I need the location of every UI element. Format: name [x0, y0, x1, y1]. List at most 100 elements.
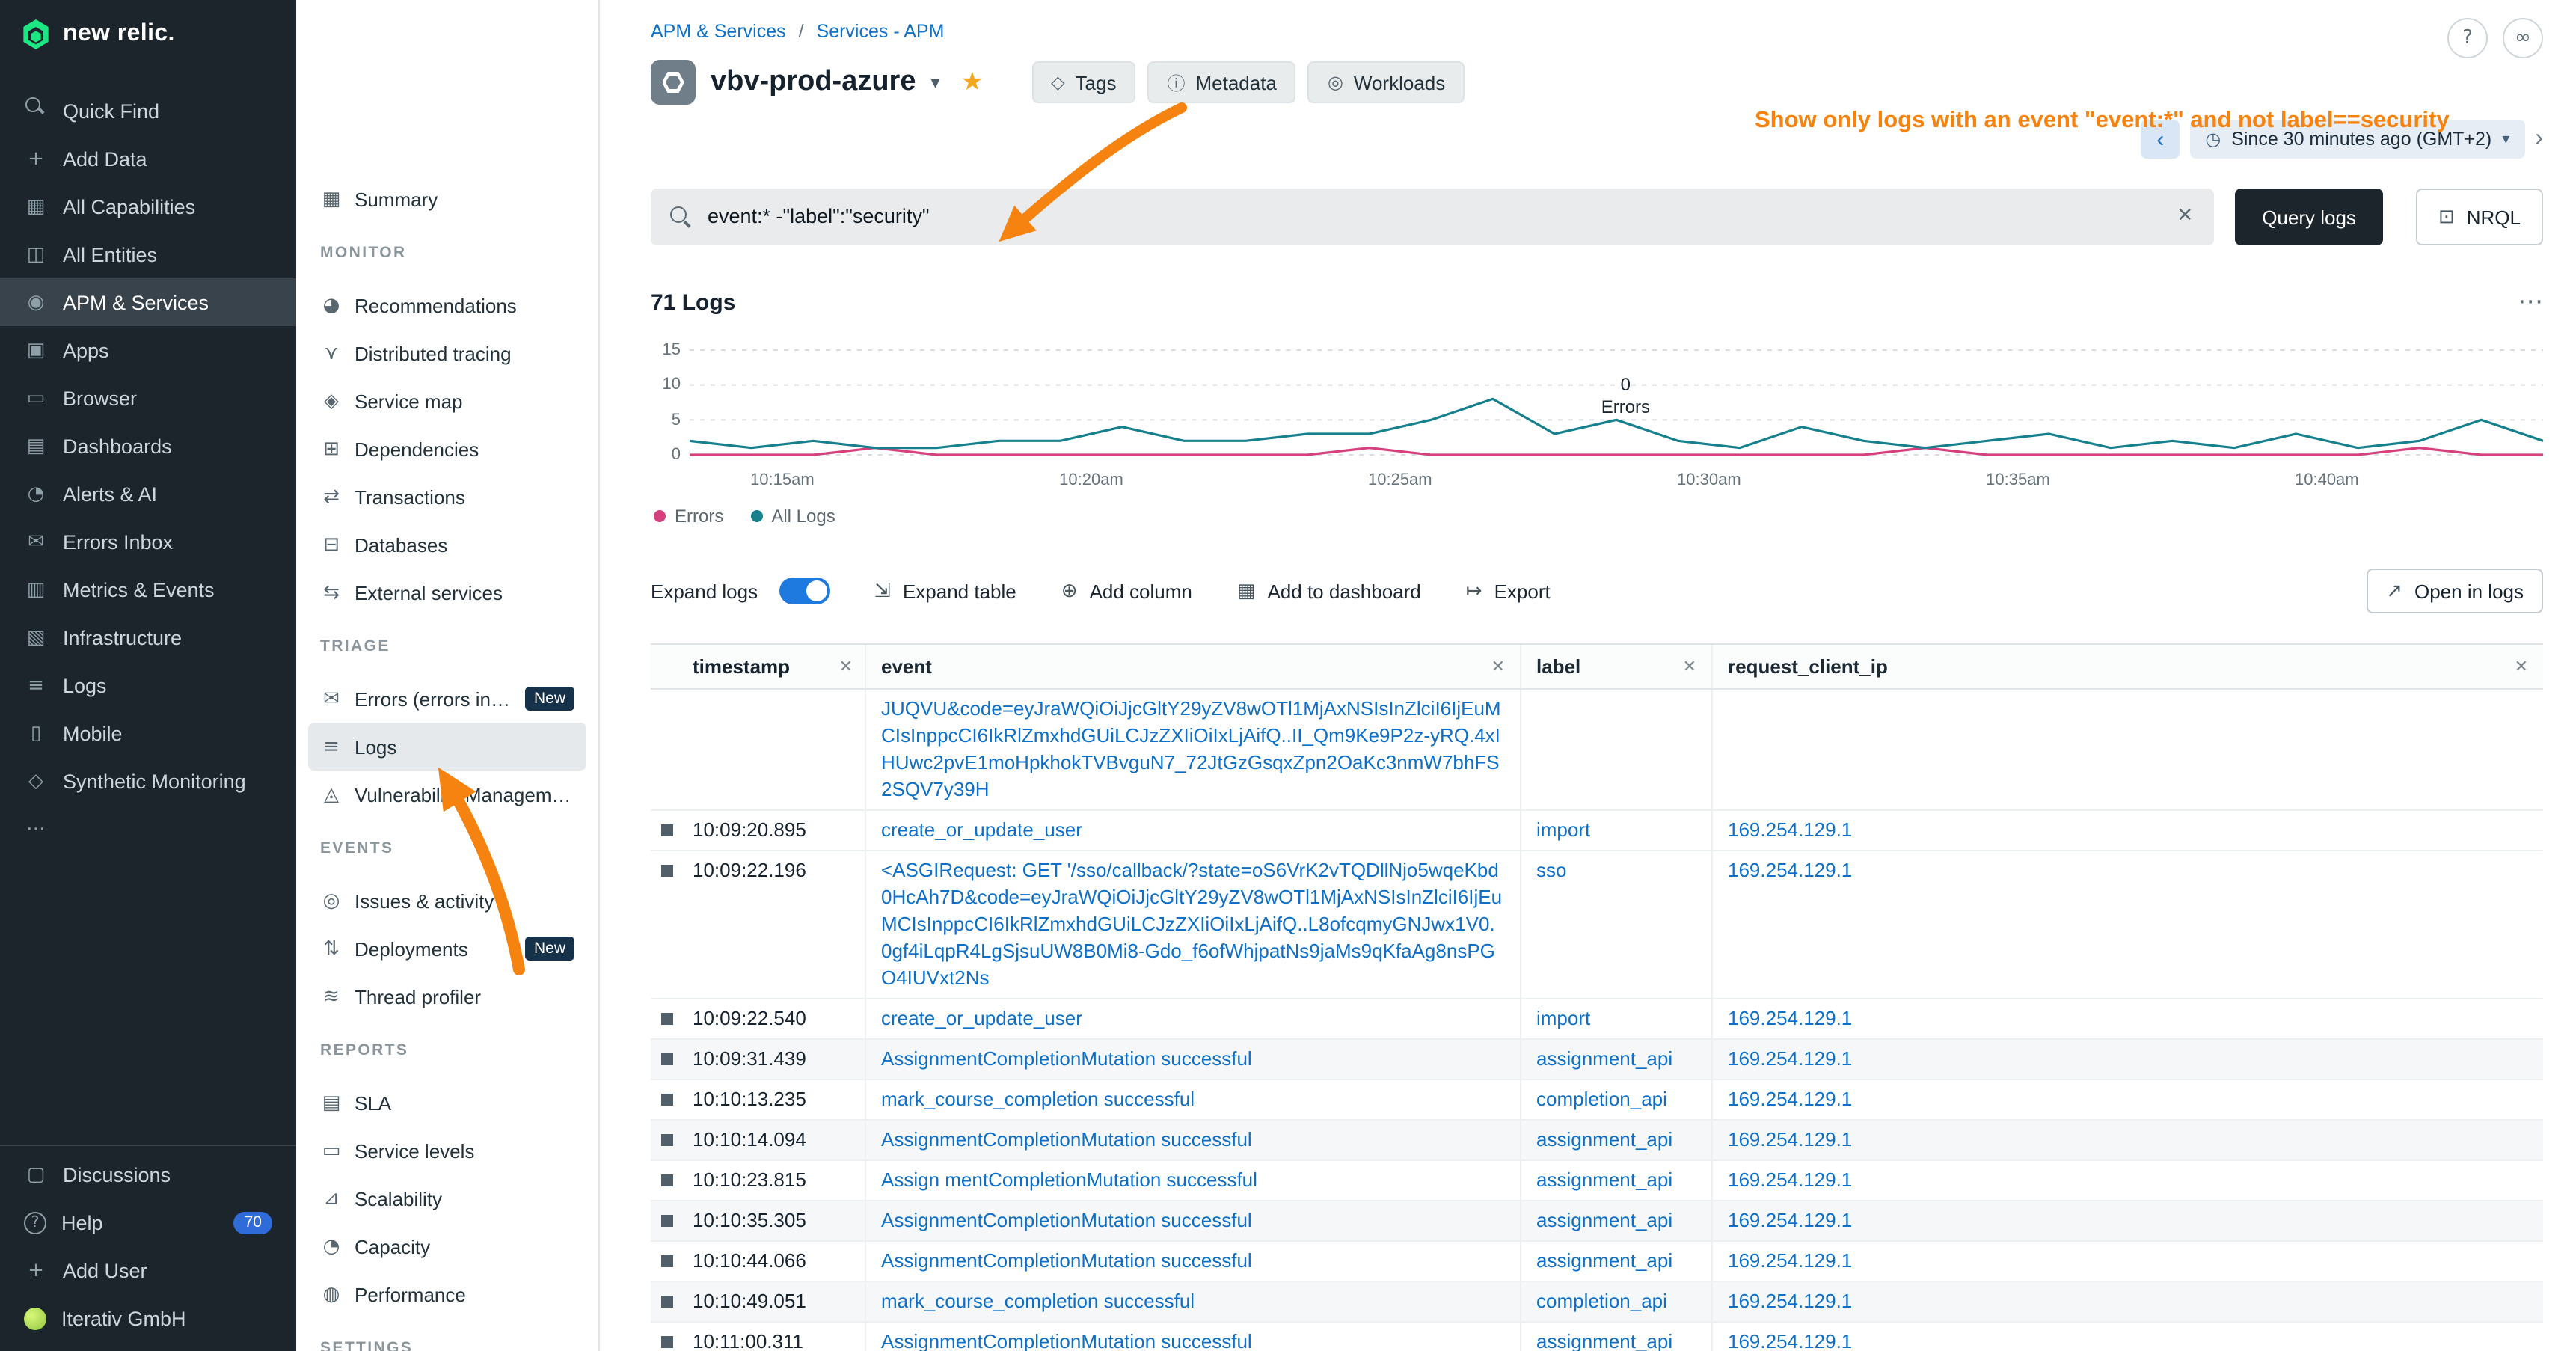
more-menu-icon[interactable]: ⋯ [2518, 287, 2543, 317]
entity-nav-item[interactable]: ≋ Thread profiler [308, 972, 586, 1020]
log-ip-link[interactable]: 169.254.129.1 [1728, 1168, 1852, 1191]
global-nav-item[interactable]: ≡ Logs [0, 661, 296, 709]
row-handle-icon[interactable] [661, 1215, 673, 1227]
log-ip-link[interactable]: 169.254.129.1 [1728, 1007, 1852, 1029]
row-handle-icon[interactable] [661, 865, 673, 877]
table-row[interactable]: 10:10:44.066 AssignmentCompletionMutatio… [651, 1242, 2543, 1282]
new-relic-logo[interactable]: new relic. [0, 0, 296, 60]
entity-nav-item[interactable]: ⋎ Distributed tracing [308, 329, 586, 377]
table-row[interactable]: 10:10:23.815 Assign mentCompletionMutati… [651, 1161, 2543, 1201]
add-to-dashboard-button[interactable]: ▦ Add to dashboard [1237, 580, 1421, 602]
log-event-link[interactable]: AssignmentCompletionMutation successful [881, 1209, 1252, 1231]
global-nav-item[interactable]: ▧ Infrastructure [0, 613, 296, 661]
entity-nav-item[interactable]: ▦ Summary [308, 175, 586, 223]
entity-nav-item[interactable]: ≡ Logs [308, 723, 586, 771]
table-row[interactable]: 10:10:14.094 AssignmentCompletionMutatio… [651, 1121, 2543, 1161]
row-handle-icon[interactable] [661, 1134, 673, 1146]
entity-nav-item[interactable]: ◎ Issues & activity [308, 877, 586, 925]
global-nav-item[interactable]: Quick Find [0, 87, 296, 135]
log-label-link[interactable]: completion_api [1536, 1290, 1667, 1312]
global-nav-item[interactable]: ◇ Synthetic Monitoring [0, 757, 296, 805]
help-circle-button[interactable]: ? [2447, 18, 2488, 58]
breadcrumb-link-services-apm[interactable]: Services - APM [817, 21, 945, 42]
entity-chip[interactable]: ◎ Workloads [1308, 61, 1465, 103]
row-handle-icon[interactable] [661, 1255, 673, 1267]
logs-query-input[interactable]: event:* -"label":"security" ✕ [651, 189, 2214, 245]
row-handle-icon[interactable] [661, 1336, 673, 1348]
clear-query-icon[interactable]: ✕ [2177, 189, 2193, 245]
log-label-link[interactable]: sso [1536, 859, 1566, 881]
entity-nav-item[interactable]: ◍ Performance [308, 1270, 586, 1318]
entity-nav-item[interactable]: ⊟ Databases [308, 521, 586, 569]
expand-logs-toggle[interactable] [779, 578, 829, 604]
log-ip-link[interactable]: 169.254.129.1 [1728, 1249, 1852, 1272]
table-row[interactable]: 10:09:31.439 AssignmentCompletionMutatio… [651, 1040, 2543, 1080]
permalink-icon[interactable]: ∞ [2503, 18, 2543, 58]
log-label-link[interactable]: import [1536, 818, 1590, 841]
log-ip-link[interactable]: 169.254.129.1 [1728, 1330, 1852, 1351]
log-label-link[interactable]: completion_api [1536, 1088, 1667, 1110]
entity-nav-item[interactable]: ✉ Errors (errors inb... New [308, 675, 586, 723]
expand-table-button[interactable]: ⇲ Expand table [874, 580, 1016, 602]
add-column-button[interactable]: ⊕ Add column [1061, 580, 1192, 602]
log-ip-link[interactable]: 169.254.129.1 [1728, 1209, 1852, 1231]
log-event-link[interactable]: JUQVU&code=eyJraWQiOiJjcGltY29yZV8wOTl1M… [881, 697, 1501, 800]
log-ip-link[interactable]: 169.254.129.1 [1728, 859, 1852, 881]
log-event-link[interactable]: Assign mentCompletionMutation successful [881, 1168, 1257, 1191]
entity-nav-item[interactable]: ⊞ Dependencies [308, 425, 586, 473]
table-row[interactable]: 10:09:22.540 create_or_update_user impor… [651, 999, 2543, 1040]
row-handle-icon[interactable] [661, 1296, 673, 1308]
table-row[interactable]: 10:10:49.051 mark_course_completion succ… [651, 1282, 2543, 1323]
global-nav-item[interactable]: ▥ Metrics & Events [0, 566, 296, 613]
row-handle-icon[interactable] [661, 1013, 673, 1025]
entity-nav-item[interactable]: ⊿ Scalability [308, 1174, 586, 1222]
entity-switcher-caret-icon[interactable]: ▾ [931, 72, 940, 93]
table-row[interactable]: JUQVU&code=eyJraWQiOiJjcGltY29yZV8wOTl1M… [651, 690, 2543, 811]
legend-item[interactable]: Errors [654, 506, 723, 527]
global-nav-footer-item[interactable]: + Add User [0, 1246, 296, 1294]
log-label-link[interactable]: assignment_api [1536, 1249, 1672, 1272]
table-row[interactable]: 10:10:13.235 mark_course_completion succ… [651, 1080, 2543, 1121]
global-nav-item[interactable]: ▯ Mobile [0, 709, 296, 757]
global-nav-item[interactable]: ▭ Browser [0, 374, 296, 422]
table-row[interactable]: 10:10:35.305 AssignmentCompletionMutatio… [651, 1201, 2543, 1242]
log-label-link[interactable]: assignment_api [1536, 1128, 1672, 1151]
global-nav-item[interactable]: ▣ Apps [0, 326, 296, 374]
global-nav-item[interactable]: ▤ Dashboards [0, 422, 296, 470]
log-event-link[interactable]: create_or_update_user [881, 818, 1082, 841]
global-nav-item[interactable]: ◫ All Entities [0, 230, 296, 278]
entity-nav-item[interactable]: ⇄ Transactions [308, 473, 586, 521]
row-handle-icon[interactable] [661, 824, 673, 836]
global-nav-footer-item[interactable]: ▢ Discussions [0, 1151, 296, 1198]
column-header-label[interactable]: label ✕ [1521, 645, 1713, 688]
open-in-logs-button[interactable]: ↗ Open in logs [2367, 569, 2543, 613]
log-event-link[interactable]: AssignmentCompletionMutation successful [881, 1128, 1252, 1151]
row-handle-icon[interactable] [661, 1094, 673, 1106]
global-nav-footer-item[interactable]: Iterativ GmbH [0, 1294, 296, 1342]
global-nav-item[interactable]: ⋯ [0, 805, 296, 853]
entity-nav-item[interactable]: ◬ Vulnerability Management [308, 771, 586, 818]
log-label-link[interactable]: assignment_api [1536, 1047, 1672, 1070]
table-row[interactable]: 10:09:22.196 <ASGIRequest: GET '/sso/cal… [651, 851, 2543, 999]
export-button[interactable]: ↦ Export [1466, 580, 1551, 602]
log-label-link[interactable]: assignment_api [1536, 1209, 1672, 1231]
remove-column-icon[interactable]: ✕ [2515, 653, 2528, 680]
log-ip-link[interactable]: 169.254.129.1 [1728, 1088, 1852, 1110]
global-nav-item[interactable]: ◔ Alerts & AI [0, 470, 296, 518]
entity-nav-item[interactable]: ▤ SLA [308, 1079, 586, 1127]
global-nav-item[interactable]: ✉ Errors Inbox [0, 518, 296, 566]
entity-nav-item[interactable]: ⇆ External services [308, 569, 586, 616]
global-nav-item[interactable]: ◉ APM & Services [0, 278, 296, 326]
remove-column-icon[interactable]: ✕ [839, 653, 853, 680]
nrql-button[interactable]: ⊡ NRQL [2416, 189, 2543, 245]
log-ip-link[interactable]: 169.254.129.1 [1728, 1290, 1852, 1312]
entity-chip[interactable]: ⓘ Metadata [1147, 61, 1295, 103]
query-logs-button[interactable]: Query logs [2235, 189, 2383, 245]
global-nav-footer-item[interactable]: ? Help 70 [0, 1198, 296, 1246]
breadcrumb-link-apm-services[interactable]: APM & Services [651, 21, 786, 42]
time-forward-chevron[interactable]: › [2535, 126, 2543, 153]
log-event-link[interactable]: mark_course_completion successful [881, 1290, 1195, 1312]
column-header-request-client-ip[interactable]: request_client_ip ✕ [1713, 645, 2543, 688]
log-event-link[interactable]: <ASGIRequest: GET '/sso/callback/?state=… [881, 859, 1502, 989]
row-handle-icon[interactable] [661, 1053, 673, 1065]
